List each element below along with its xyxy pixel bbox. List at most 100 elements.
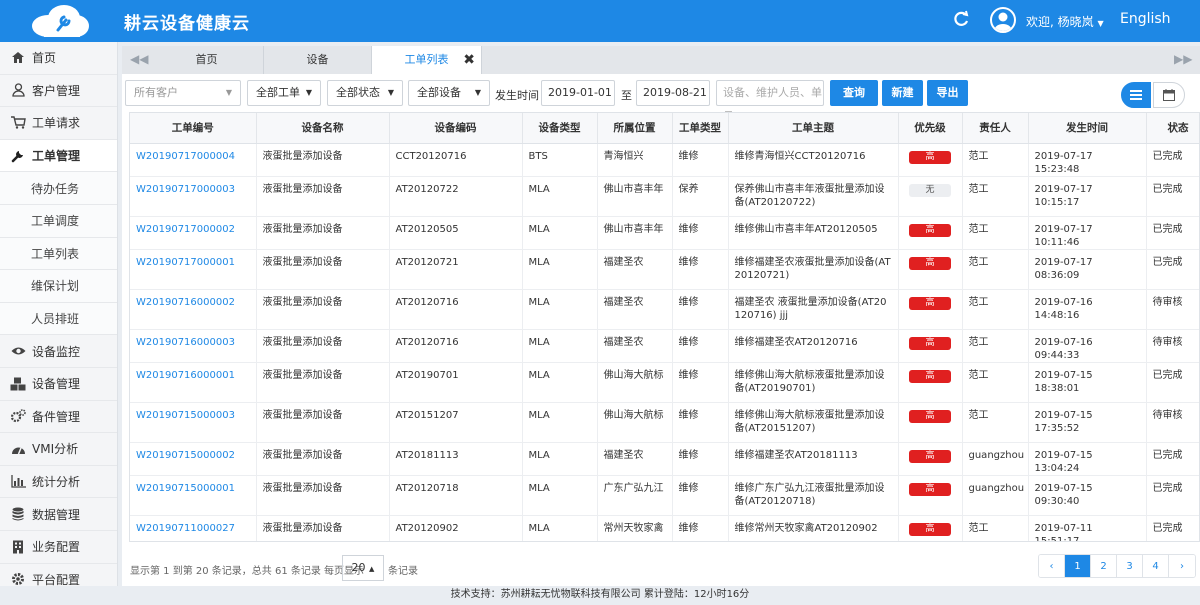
table-cell: 广东广弘九江 [597, 475, 673, 516]
ticket-number-link[interactable]: W20190717000002 [130, 216, 257, 250]
column-header[interactable]: 所属位置 [597, 113, 673, 144]
sidebar-item-14[interactable]: 数据管理 [0, 498, 117, 531]
close-icon[interactable]: ✖ [463, 46, 475, 74]
calendar-icon [1163, 89, 1175, 101]
ticket-number-link[interactable]: W20190717000004 [130, 143, 257, 177]
sidebar-item-12[interactable]: VMI分析 [0, 433, 117, 466]
table-cell: 维修 [672, 249, 729, 290]
caret-up-icon: ▲ [369, 565, 375, 573]
tab-scroll-right-icon[interactable]: ▶▶ [1174, 52, 1192, 66]
table-cell: 2019-07-15 18:38:01 [1028, 362, 1147, 403]
sidebar-item-7[interactable]: 维保计划 [0, 270, 117, 303]
sidebar-item-0[interactable]: 首页 [0, 42, 117, 75]
sidebar-item-label: 工单请求 [32, 116, 81, 131]
avatar[interactable] [990, 7, 1016, 33]
ticket-number-link[interactable]: W20190711000027 [130, 515, 257, 541]
table-cell: 2019-07-16 09:44:33 [1028, 329, 1147, 363]
sidebar-item-15[interactable]: 业务配置 [0, 531, 117, 564]
table-cell: 已完成 [1146, 249, 1199, 290]
sidebar-item-2[interactable]: 工单请求 [0, 107, 117, 140]
calendar-view-toggle[interactable] [1153, 82, 1185, 108]
column-header[interactable]: 发生时间 [1028, 113, 1147, 144]
table-row[interactable]: W20190717000002 液蛋批量添加设备 AT20120505 MLA 佛山市喜… [130, 216, 1199, 250]
page-button-3[interactable]: 3 [1117, 555, 1143, 577]
column-header[interactable]: 状态 [1146, 113, 1199, 144]
page-size-select[interactable]: 20 ▲ [342, 555, 384, 581]
tab-scroll-left-icon[interactable]: ◀◀ [130, 52, 148, 66]
date-to-input[interactable]: 2019-08-21 [636, 80, 710, 106]
column-header[interactable]: 优先级 [898, 113, 963, 144]
table-row[interactable]: W20190717000001 液蛋批量添加设备 AT20120721 MLA 福建圣农… [130, 249, 1199, 290]
sidebar-item-6[interactable]: 工单列表 [0, 237, 117, 271]
page-button-1[interactable]: 1 [1065, 555, 1091, 577]
table-cell: 高 [898, 249, 963, 290]
sidebar-item-10[interactable]: 设备管理 [0, 368, 117, 401]
status-select[interactable]: 全部状态 ▼ [327, 80, 403, 106]
column-header[interactable]: 设备名称 [256, 113, 390, 144]
table-cell: 液蛋批量添加设备 [256, 329, 390, 363]
ticket-number-link[interactable]: W20190716000002 [130, 289, 257, 330]
table-cell: 福建圣农 [597, 329, 673, 363]
customer-select[interactable]: 所有客户 ▼ [125, 80, 241, 106]
table-cell: 已完成 [1146, 442, 1199, 476]
sidebar-item-4[interactable]: 待办任务 [0, 172, 117, 205]
table-row[interactable]: W20190716000002 液蛋批量添加设备 AT20120716 MLA 福建圣农… [130, 289, 1199, 330]
page-button-4[interactable]: 4 [1143, 555, 1169, 577]
column-header[interactable]: 设备类型 [522, 113, 598, 144]
tab-device[interactable]: 设备 [264, 46, 372, 74]
create-button[interactable]: 新建 [882, 80, 923, 106]
search-input[interactable]: 设备、维护人员、单号 [716, 80, 824, 123]
ticket-number-link[interactable]: W20190716000001 [130, 362, 257, 403]
table-row[interactable]: W20190715000001 液蛋批量添加设备 AT20120718 MLA 广东广弘… [130, 475, 1199, 516]
ticket-number-link[interactable]: W20190717000001 [130, 249, 257, 290]
table-row[interactable]: W20190715000003 液蛋批量添加设备 AT20151207 MLA 佛山海大… [130, 402, 1199, 443]
sidebar-item-3[interactable]: 工单管理 [0, 139, 117, 173]
sidebar-item-5[interactable]: 工单调度 [0, 204, 117, 238]
ticket-number-link[interactable]: W20190715000002 [130, 442, 257, 476]
sidebar-item-13[interactable]: 统计分析 [0, 466, 117, 499]
table-cell: 已完成 [1146, 515, 1199, 541]
cloud-wrench-logo-icon[interactable] [28, 4, 92, 38]
tab-home[interactable]: 首页 [150, 46, 264, 74]
ticket-type-select[interactable]: 全部工单 ▼ [247, 80, 321, 106]
table-row[interactable]: W20190717000004 液蛋批量添加设备 CCT20120716 BTS 青海恒… [130, 143, 1199, 177]
table-row[interactable]: W20190716000001 液蛋批量添加设备 AT20190701 MLA 佛山海大… [130, 362, 1199, 403]
priority-badge: 高 [909, 449, 951, 463]
export-button[interactable]: 导出 [927, 80, 968, 106]
column-header[interactable]: 工单主题 [728, 113, 899, 144]
ticket-number-link[interactable]: W20190715000003 [130, 402, 257, 443]
prev-page-button[interactable]: ‹ [1039, 555, 1065, 577]
sidebar-item-8[interactable]: 人员排班 [0, 302, 117, 336]
tab-label: 工单列表 [404, 53, 449, 66]
table-cell: 高 [898, 216, 963, 250]
column-header[interactable]: 工单类型 [672, 113, 729, 144]
query-button[interactable]: 查询 [830, 80, 878, 106]
language-switch[interactable]: English [1120, 11, 1171, 27]
table-row[interactable]: W20190716000003 液蛋批量添加设备 AT20120716 MLA 福建圣农… [130, 329, 1199, 363]
column-header[interactable]: 设备编码 [389, 113, 523, 144]
table-cell: 常州天牧家禽 [597, 515, 673, 541]
table-cell: 维修 [672, 515, 729, 541]
table-row[interactable]: W20190717000003 液蛋批量添加设备 AT20120722 MLA 佛山市喜… [130, 176, 1199, 217]
tab-ticket-list[interactable]: 工单列表 ✖ [372, 46, 482, 74]
date-from-input[interactable]: 2019-01-01 [541, 80, 615, 106]
sidebar-item-11[interactable]: 备件管理 [0, 401, 117, 434]
ticket-number-link[interactable]: W20190715000001 [130, 475, 257, 516]
sidebar-item-label: 工单管理 [32, 149, 81, 164]
device-select[interactable]: 全部设备 ▼ [408, 80, 490, 106]
next-page-button[interactable]: › [1169, 555, 1195, 577]
sidebar-item-1[interactable]: 客户管理 [0, 75, 117, 108]
user-menu[interactable]: 欢迎, 杨晓岚 ▼ [1026, 13, 1104, 30]
list-view-toggle[interactable] [1121, 82, 1151, 108]
column-header[interactable]: 责任人 [962, 113, 1029, 144]
ticket-number-link[interactable]: W20190717000003 [130, 176, 257, 217]
table-row[interactable]: W20190715000002 液蛋批量添加设备 AT20181113 MLA 福建圣农… [130, 442, 1199, 476]
refresh-icon[interactable] [952, 10, 970, 28]
column-header[interactable]: 工单编号 [130, 113, 257, 144]
home-icon [10, 50, 26, 66]
sidebar-item-9[interactable]: 设备监控 [0, 335, 117, 368]
ticket-number-link[interactable]: W20190716000003 [130, 329, 257, 363]
priority-badge: 高 [909, 336, 951, 350]
page-button-2[interactable]: 2 [1091, 555, 1117, 577]
table-row[interactable]: W20190711000027 液蛋批量添加设备 AT20120902 MLA 常州天牧… [130, 515, 1199, 541]
